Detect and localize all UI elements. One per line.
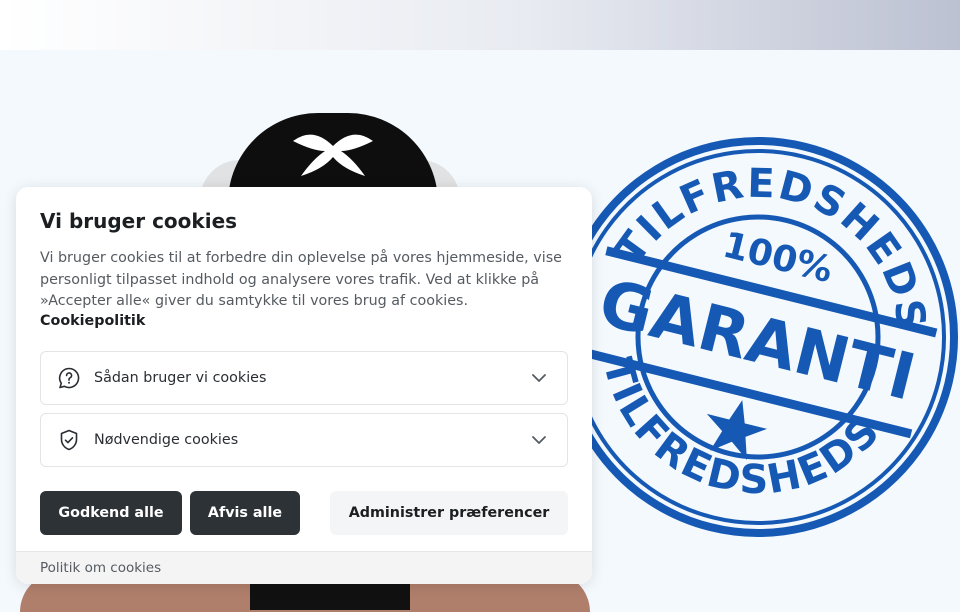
- accordion-label: Nødvendige cookies: [94, 432, 239, 448]
- person-shirt-image: [250, 580, 410, 610]
- reject-all-button[interactable]: Afvis alle: [190, 491, 300, 535]
- accordion-how-we-use-cookies[interactable]: Sådan bruger vi cookies: [40, 351, 568, 405]
- manage-preferences-button[interactable]: Administrer præferencer: [330, 491, 568, 535]
- accordion-label: Sådan bruger vi cookies: [94, 370, 267, 386]
- accept-all-button[interactable]: Godkend alle: [40, 491, 182, 535]
- cookie-policy-footer-link[interactable]: Politik om cookies: [40, 560, 161, 576]
- accordion-necessary-cookies[interactable]: Nødvendige cookies: [40, 413, 568, 467]
- chevron-down-icon: [529, 430, 549, 450]
- guarantee-stamp-icon: TILFREDSHEDS TILFREDSHEDS 100% GARANTI: [558, 132, 960, 537]
- chevron-down-icon: [529, 368, 549, 388]
- brand-logo-icon: [293, 134, 373, 176]
- shield-check-icon: [56, 427, 82, 453]
- cookie-consent-dialog: Vi bruger cookies Vi bruger cookies til …: [16, 187, 592, 584]
- cookie-policy-link[interactable]: Cookiepolitik: [40, 313, 145, 329]
- dialog-title: Vi bruger cookies: [40, 209, 238, 233]
- dialog-footer: Politik om cookies: [16, 551, 592, 584]
- question-icon: [56, 365, 82, 391]
- dialog-description: Vi bruger cookies til at forbedre din op…: [40, 250, 562, 309]
- top-banner: [0, 0, 960, 50]
